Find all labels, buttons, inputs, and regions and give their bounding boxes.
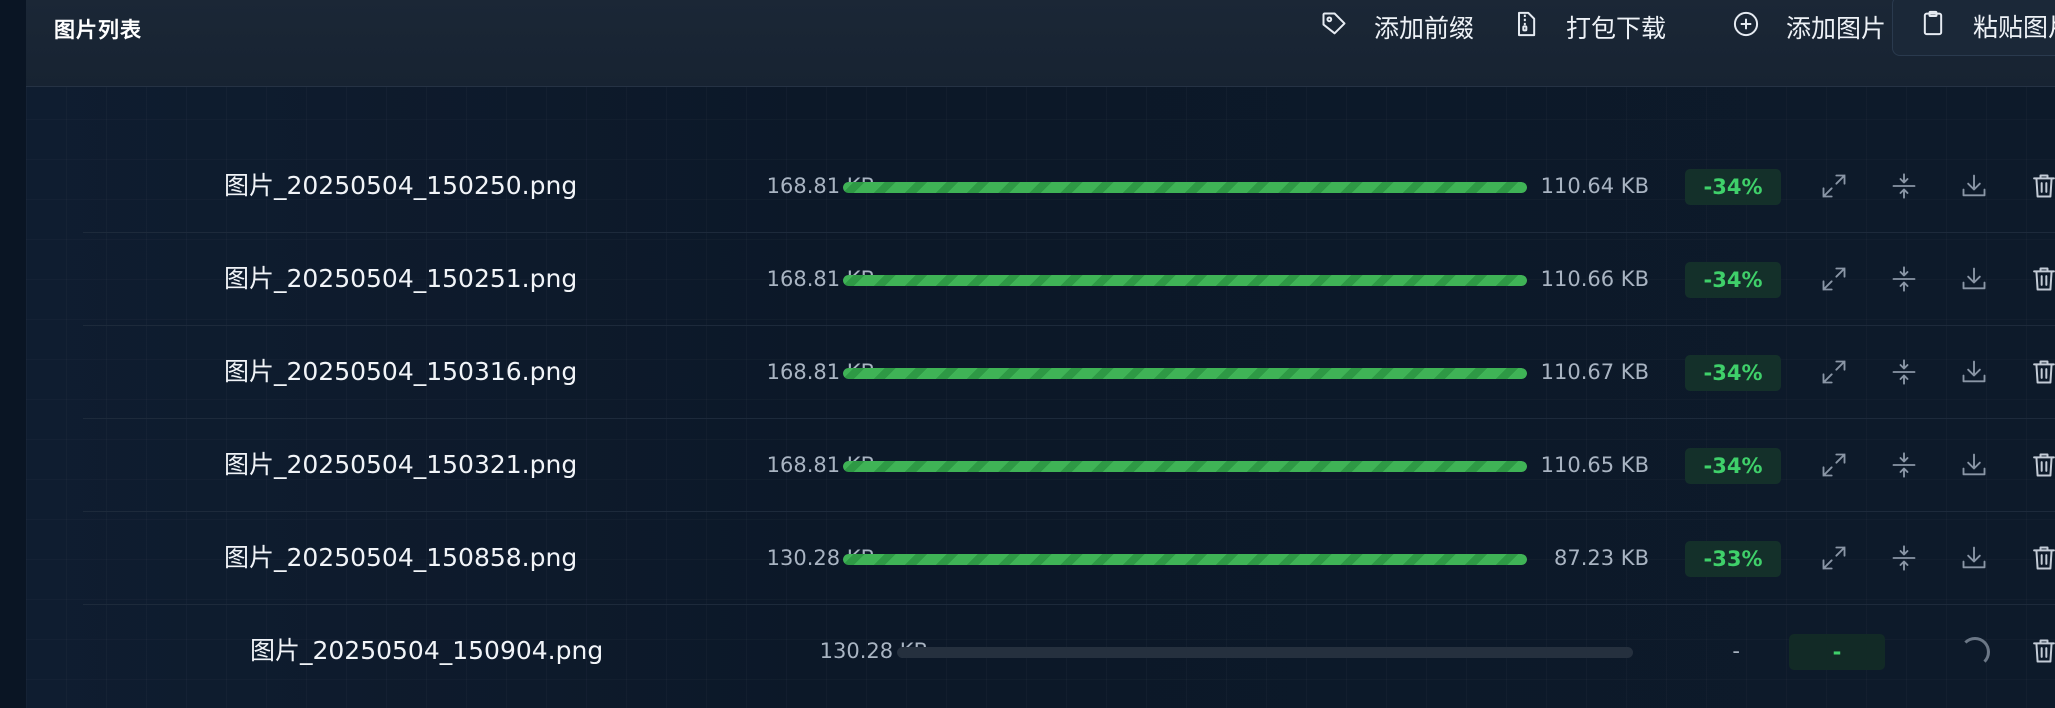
trash-icon [2030,451,2055,479]
compress-button[interactable] [1890,358,1918,386]
progress-fill [843,461,1527,472]
download-icon [1960,358,1988,386]
left-edge-strip [0,0,26,708]
add-image-button[interactable]: 添加图片 [1732,0,1886,54]
progress-fill [843,554,1527,565]
file-name: 图片_20250504_150858.png [224,543,578,572]
download-icon [1960,265,1988,293]
compress-icon [1890,265,1918,293]
delete-button[interactable] [2030,265,2055,293]
paste-image-button[interactable]: 粘贴图片 [1892,0,2055,56]
add-image-label: 添加图片 [1786,14,1887,43]
expand-icon [1820,172,1848,200]
download-icon [1960,544,1988,572]
ratio-badge: -34% [1685,448,1781,484]
file-row: 图片_20250504_150858.png 130.28 KB 87.23 K… [83,512,2055,605]
download-icon [1960,172,1988,200]
expand-icon [1820,265,1848,293]
file-row: 图片_20250504_150316.png 168.81 KB 110.67 … [83,326,2055,419]
file-name: 图片_20250504_150316.png [224,357,578,386]
compressed-size: 110.64 KB [1540,174,1649,198]
compressed-size: - [1732,639,1740,663]
paste-image-label: 粘贴图片 [1973,13,2055,42]
download-button[interactable] [1960,172,1988,200]
ratio-badge: -34% [1685,262,1781,298]
compression-progress-bar [843,182,1527,193]
compressed-size: 87.23 KB [1554,546,1649,570]
compression-progress-bar [843,554,1527,565]
file-row: 图片_20250504_150321.png 168.81 KB 110.65 … [83,419,2055,512]
compress-icon [1890,451,1918,479]
trash-icon [2030,358,2055,386]
download-button[interactable] [1960,544,1988,572]
preview-button[interactable] [1820,172,1848,200]
compress-icon [1890,544,1918,572]
preview-button[interactable] [1820,265,1848,293]
expand-icon [1820,451,1848,479]
delete-button[interactable] [2030,544,2055,572]
file-name: 图片_20250504_150251.png [224,264,578,293]
trash-icon [2030,637,2055,665]
pack-download-label: 打包下载 [1566,14,1667,43]
delete-button[interactable] [2030,451,2055,479]
file-name: 图片_20250504_150321.png [224,450,578,479]
compress-button[interactable] [1890,172,1918,200]
clipboard-icon [1919,9,1947,43]
expand-icon [1820,544,1848,572]
compressed-size: 110.67 KB [1540,360,1649,384]
file-row: 图片_20250504_150250.png 168.81 KB 110.64 … [83,140,2055,233]
compress-button[interactable] [1890,451,1918,479]
tag-icon [1320,10,1348,44]
trash-icon [2030,265,2055,293]
delete-button[interactable] [2030,172,2055,200]
compression-progress-bar [843,368,1527,379]
download-icon [1960,451,1988,479]
file-row: 图片_20250504_150251.png 168.81 KB 110.66 … [83,233,2055,326]
ratio-badge: -34% [1685,355,1781,391]
trash-icon [2030,544,2055,572]
pack-download-button[interactable]: 打包下载 [1512,0,1666,54]
plus-circle-icon [1732,10,1760,44]
compression-progress-bar [843,275,1527,286]
compress-icon [1890,172,1918,200]
toolbar-header: 图片列表 添加前缀 打包下载 添加图片 粘贴图 [26,0,2055,87]
loading-spinner-icon [1960,637,1990,667]
file-list: 图片_20250504_150250.png 168.81 KB 110.64 … [83,140,2055,697]
processing-indicator [1960,637,1990,667]
progress-fill [843,182,1527,193]
download-button[interactable] [1960,451,1988,479]
ratio-badge: -33% [1685,541,1781,577]
compressed-size: 110.66 KB [1540,267,1649,291]
progress-fill [843,368,1527,379]
expand-icon [1820,358,1848,386]
compression-progress-bar [897,647,1633,658]
ratio-badge: -34% [1685,169,1781,205]
file-name: 图片_20250504_150904.png [250,636,604,665]
delete-button[interactable] [2030,358,2055,386]
zip-file-icon [1512,10,1540,44]
compress-button[interactable] [1890,265,1918,293]
ratio-badge: - [1789,634,1885,670]
trash-icon [2030,172,2055,200]
compressed-size: 110.65 KB [1540,453,1649,477]
add-prefix-button[interactable]: 添加前缀 [1320,0,1474,54]
preview-button[interactable] [1820,451,1848,479]
add-prefix-label: 添加前缀 [1374,14,1475,43]
page-title: 图片列表 [54,18,142,42]
image-list-panel: 图片列表 添加前缀 打包下载 添加图片 粘贴图 图片_20250504_1502… [26,0,2055,708]
preview-button[interactable] [1820,544,1848,572]
file-row: 图片_20250504_150904.png 130.28 KB - - [83,605,2055,697]
delete-button[interactable] [2030,637,2055,665]
download-button[interactable] [1960,358,1988,386]
progress-fill [843,275,1527,286]
file-name: 图片_20250504_150250.png [224,171,578,200]
download-button[interactable] [1960,265,1988,293]
compress-button[interactable] [1890,544,1918,572]
preview-button[interactable] [1820,358,1848,386]
compression-progress-bar [843,461,1527,472]
compress-icon [1890,358,1918,386]
